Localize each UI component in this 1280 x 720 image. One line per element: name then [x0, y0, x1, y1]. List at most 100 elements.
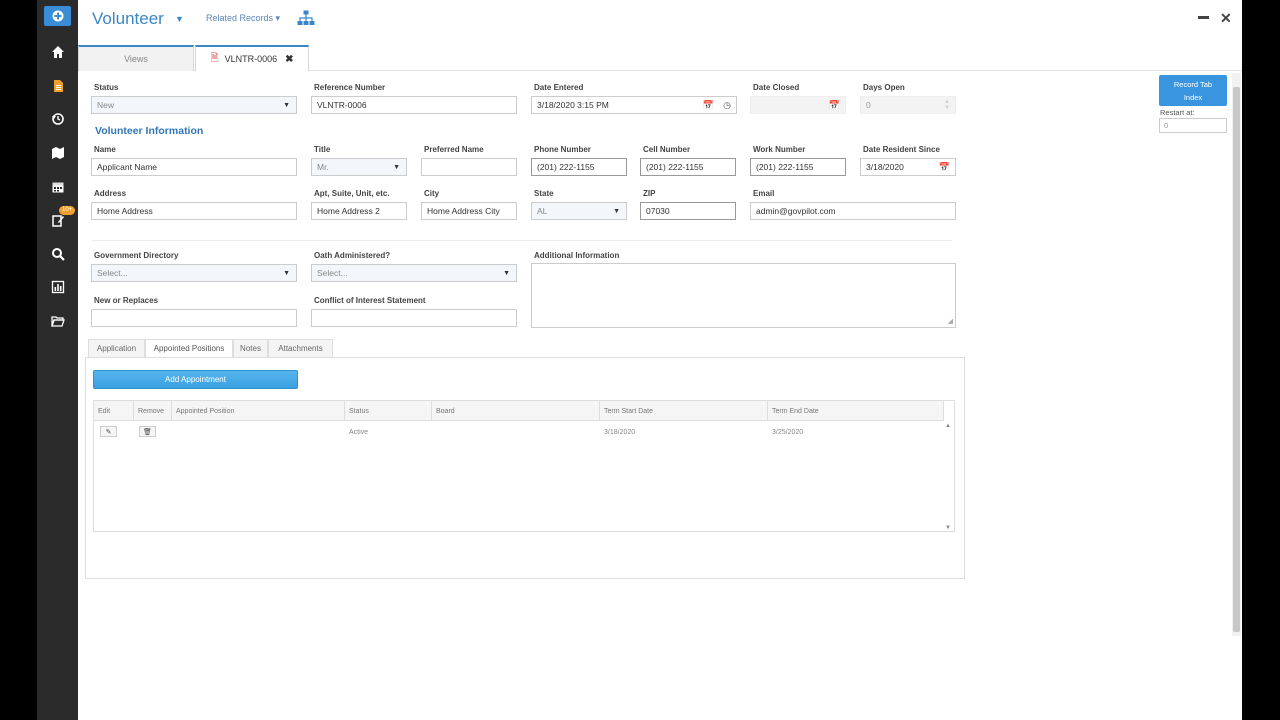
- tab-notes[interactable]: Notes: [233, 339, 268, 358]
- scroll-down-icon[interactable]: ▼: [945, 525, 951, 531]
- gov-directory-select[interactable]: Select... ▼: [91, 264, 297, 282]
- status-select[interactable]: New ▼: [91, 96, 297, 114]
- column-header[interactable]: Board: [432, 401, 600, 421]
- restart-at-field[interactable]: 0: [1159, 118, 1227, 133]
- column-header[interactable]: Edit: [94, 401, 134, 421]
- cell-term-start: 3/18/2020: [604, 428, 636, 436]
- sidebar-item-tasks[interactable]: 10+: [37, 206, 78, 231]
- sidebar-item-history[interactable]: [37, 108, 78, 130]
- org-chart-icon[interactable]: [297, 10, 315, 26]
- spinner-icon: ▲ ▼: [944, 99, 950, 111]
- work-number-label: Work Number: [753, 145, 806, 154]
- top-bar: Volunteer ▼ Related Records ▾ ✕: [78, 0, 1242, 38]
- address-field[interactable]: Home Address: [91, 202, 297, 220]
- remove-row-button[interactable]: 🗑: [139, 426, 156, 437]
- title-dropdown-icon[interactable]: ▼: [175, 14, 184, 24]
- reference-number-field[interactable]: VLNTR-0006: [311, 96, 517, 114]
- column-header[interactable]: Term Start Date: [600, 401, 768, 421]
- add-appointment-button[interactable]: Add Appointment: [93, 370, 298, 389]
- pencil-icon: ✎: [105, 428, 112, 436]
- conflict-field[interactable]: [311, 309, 517, 327]
- tab-appointed-positions[interactable]: Appointed Positions: [145, 339, 233, 358]
- sidebar-item-home[interactable]: [37, 41, 78, 63]
- cell-status: Active: [349, 428, 369, 436]
- close-tab-icon[interactable]: ✖: [285, 54, 293, 65]
- reference-number-label: Reference Number: [314, 83, 386, 92]
- grid-scrollbar[interactable]: ▲ ▼: [944, 423, 954, 531]
- preferred-name-field[interactable]: [421, 158, 517, 176]
- date-resident-since-value: 3/18/2020: [866, 162, 904, 172]
- pdf-document-icon: 🗎: [210, 52, 219, 64]
- column-header[interactable]: Term End Date: [768, 401, 944, 421]
- additional-info-textarea[interactable]: ◢: [531, 263, 956, 328]
- calendar-icon: [52, 182, 63, 193]
- sidebar-item-map[interactable]: [37, 142, 78, 164]
- date-resident-since-field[interactable]: 3/18/2020 📅: [860, 158, 956, 176]
- name-field[interactable]: Applicant Name: [91, 158, 297, 176]
- edit-note-icon: [51, 215, 64, 227]
- date-closed-label: Date Closed: [753, 83, 800, 92]
- record-tab-index-button[interactable]: Record Tab Index: [1159, 75, 1227, 106]
- column-header[interactable]: Remove: [134, 401, 172, 421]
- status-label: Status: [94, 83, 119, 92]
- chevron-down-icon: ▼: [503, 270, 510, 277]
- email-field[interactable]: admin@govpilot.com: [750, 202, 956, 220]
- related-records-dropdown[interactable]: Related Records ▾: [206, 13, 280, 24]
- clock-icon[interactable]: ◷: [723, 100, 731, 111]
- sidebar-item-forms[interactable]: [37, 75, 78, 97]
- title-value: Mr.: [317, 162, 329, 172]
- edit-row-button[interactable]: ✎: [100, 426, 117, 437]
- tab-record[interactable]: 🗎 VLNTR-0006 ✖: [195, 45, 309, 71]
- new-or-replaces-field[interactable]: [91, 309, 297, 327]
- apt-field[interactable]: Home Address 2: [311, 202, 407, 220]
- tab-attachments-label: Attachments: [278, 344, 323, 353]
- tab-views-label: Views: [124, 54, 148, 64]
- status-value: New: [97, 100, 115, 110]
- tab-application-label: Application: [96, 344, 137, 353]
- phone-number-value: (201) 222-1155: [537, 162, 595, 172]
- phone-number-field[interactable]: (201) 222-1155: [531, 158, 627, 176]
- resize-grip-icon[interactable]: ◢: [948, 317, 953, 325]
- restart-at-label: Restart at:: [1160, 108, 1195, 117]
- scrollbar-thumb[interactable]: [1233, 87, 1240, 632]
- additional-info-label: Additional Information: [534, 251, 620, 260]
- cell-number-field[interactable]: (201) 222-1155: [640, 158, 736, 176]
- page-scrollbar[interactable]: [1232, 73, 1241, 636]
- calendar-icon: 📅: [828, 100, 840, 110]
- city-field[interactable]: Home Address City: [421, 202, 517, 220]
- bar-chart-icon: [51, 280, 64, 294]
- tab-views[interactable]: Views: [78, 45, 194, 71]
- apt-value: Home Address 2: [317, 206, 380, 216]
- tab-application[interactable]: Application: [88, 339, 145, 358]
- date-entered-field[interactable]: 3/18/2020 3:15 PM 📅 ◷: [531, 96, 737, 114]
- sidebar-item-files[interactable]: [37, 310, 78, 332]
- sidebar-item-search[interactable]: [37, 243, 78, 265]
- oath-select[interactable]: Select... ▼: [311, 264, 517, 282]
- add-new-button[interactable]: [44, 6, 71, 26]
- screen: 10+ Volunteer ▼ Related Records ▾ ✕ View…: [0, 0, 1280, 720]
- phone-number-label: Phone Number: [534, 145, 591, 154]
- column-header[interactable]: Appointed Position: [172, 401, 345, 421]
- sidebar-item-calendar[interactable]: [37, 176, 78, 198]
- tab-record-label: VLNTR-0006: [224, 54, 278, 64]
- sidebar-item-reports[interactable]: [37, 276, 78, 298]
- restart-at-value: 0: [1164, 121, 1169, 130]
- close-window-button[interactable]: ✕: [1220, 10, 1232, 27]
- zip-value: 07030: [646, 206, 670, 216]
- oath-value: Select...: [317, 268, 348, 278]
- folder-open-icon: [50, 316, 65, 327]
- calendar-icon[interactable]: 📅: [703, 100, 714, 111]
- scroll-up-icon[interactable]: ▲: [945, 423, 951, 429]
- grid-header: Edit Remove Appointed Position Status Bo…: [94, 401, 944, 421]
- cell-term-end: 3/25/2020: [772, 428, 804, 436]
- state-select[interactable]: AL ▼: [531, 202, 627, 220]
- minimize-button[interactable]: [1198, 16, 1209, 19]
- column-header[interactable]: Status: [345, 401, 432, 421]
- tab-attachments[interactable]: Attachments: [268, 339, 333, 358]
- zip-field[interactable]: 07030: [640, 202, 736, 220]
- title-select[interactable]: Mr. ▼: [311, 158, 407, 176]
- calendar-icon[interactable]: 📅: [939, 162, 950, 173]
- work-number-field[interactable]: (201) 222-1155: [750, 158, 846, 176]
- tab-notes-label: Notes: [240, 344, 261, 353]
- plus-circle-icon: [52, 10, 63, 22]
